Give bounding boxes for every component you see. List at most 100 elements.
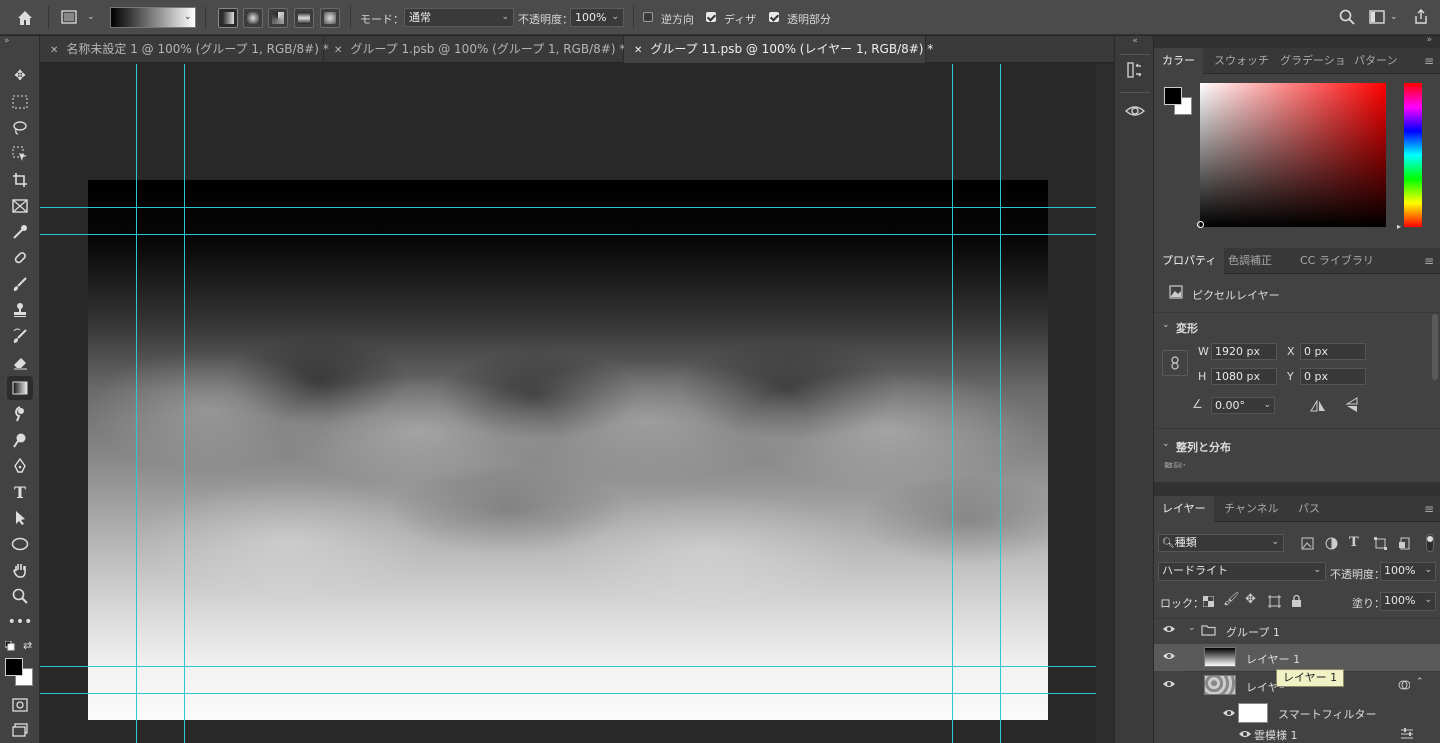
layer-opacity-input[interactable]: 100% ⌄ xyxy=(1380,562,1436,581)
move-tool-icon[interactable]: ✥ xyxy=(7,64,33,88)
transparency-checkbox[interactable] xyxy=(769,12,779,22)
home-icon[interactable] xyxy=(14,7,36,29)
filter-toggle[interactable] xyxy=(1426,534,1434,552)
flip-vertical-icon[interactable] xyxy=(1344,397,1360,413)
fill-input[interactable]: 100% ⌄ xyxy=(1380,592,1436,611)
x-input[interactable]: 0 px xyxy=(1300,343,1366,360)
lasso-tool-icon[interactable] xyxy=(7,116,33,140)
quick-mask-icon[interactable] xyxy=(7,693,33,717)
pen-tool-icon[interactable] xyxy=(7,454,33,478)
width-input[interactable]: 1920 px xyxy=(1211,343,1277,360)
object-selection-tool-icon[interactable] xyxy=(7,142,33,166)
chevron-down-icon[interactable]: ⌄ xyxy=(1188,623,1196,633)
guide-horizontal[interactable] xyxy=(40,693,1114,694)
chevron-down-icon[interactable]: ⌄ xyxy=(1162,320,1170,330)
panel-menu-icon[interactable]: ≡ xyxy=(1424,254,1434,268)
eraser-tool-icon[interactable] xyxy=(7,350,33,374)
share-icon[interactable] xyxy=(1412,7,1430,27)
tab-cc-libraries[interactable]: CC ライブラリ xyxy=(1292,248,1382,274)
lock-artboard-icon[interactable] xyxy=(1267,594,1281,608)
properties-scrollbar[interactable] xyxy=(1432,314,1438,380)
guide-horizontal[interactable] xyxy=(40,234,1114,235)
layer-row-group[interactable]: ⌄ グループ 1 xyxy=(1154,617,1440,644)
foreground-color-swatch[interactable] xyxy=(5,658,23,676)
swap-colors-icon[interactable]: ⇄ xyxy=(23,639,32,652)
radial-gradient-button[interactable] xyxy=(243,8,263,28)
tab-swatches[interactable]: スウォッチ xyxy=(1206,48,1277,74)
smart-filter-mask-thumbnail[interactable] xyxy=(1238,703,1268,723)
type-tool-icon[interactable]: T xyxy=(7,480,33,504)
tab-gradients[interactable]: グラデーショ xyxy=(1272,48,1354,74)
close-icon[interactable]: ✕ xyxy=(50,45,58,56)
filter-adjustment-icon[interactable] xyxy=(1324,536,1338,550)
layer-filter-select[interactable]: 🔍︎種類 ⌄ xyxy=(1158,534,1284,552)
document-canvas[interactable] xyxy=(88,180,1048,720)
chevron-up-icon[interactable]: ⌃ xyxy=(1416,677,1424,687)
chevron-down-icon[interactable]: ⌄ xyxy=(87,12,95,22)
screen-mode-icon[interactable] xyxy=(7,718,33,742)
eye-icon[interactable] xyxy=(1162,651,1178,663)
close-icon[interactable]: ✕ xyxy=(334,45,342,56)
flip-horizontal-icon[interactable] xyxy=(1310,398,1326,414)
link-dimensions-button[interactable] xyxy=(1162,350,1188,376)
tab-patterns[interactable]: パターン xyxy=(1346,48,1405,74)
more-tools-icon[interactable]: ••• xyxy=(7,610,33,634)
color-fg-swatch[interactable] xyxy=(1164,87,1182,105)
smart-filter-badge-icon[interactable] xyxy=(1398,679,1410,691)
tab-paths[interactable]: パス xyxy=(1290,496,1328,522)
healing-brush-tool-icon[interactable] xyxy=(7,246,33,270)
hue-slider-handle-icon[interactable]: ▸ xyxy=(1397,222,1401,231)
history-panel-icon[interactable] xyxy=(1125,60,1145,80)
lock-all-icon[interactable] xyxy=(1290,593,1302,607)
default-colors-icon[interactable] xyxy=(4,640,15,651)
eye-icon[interactable] xyxy=(1162,679,1178,691)
lock-transparent-icon[interactable] xyxy=(1202,595,1214,607)
smudge-tool-icon[interactable] xyxy=(7,402,33,426)
gradient-tool-icon[interactable] xyxy=(7,376,33,400)
close-icon[interactable]: ✕ xyxy=(634,45,642,56)
brush-tool-icon[interactable] xyxy=(7,272,33,296)
tab-channels[interactable]: チャンネル xyxy=(1216,496,1287,522)
workspace-icon[interactable] xyxy=(1368,8,1386,26)
tab-layers[interactable]: レイヤー xyxy=(1154,496,1214,522)
gradient-tool-preset-icon[interactable] xyxy=(60,8,78,26)
filter-pixel-icon[interactable] xyxy=(1300,536,1314,550)
dodge-tool-icon[interactable] xyxy=(7,428,33,452)
angle-gradient-button[interactable] xyxy=(268,8,288,28)
filter-item-row[interactable]: 雲模様 1 xyxy=(1154,725,1440,743)
canvas-area[interactable] xyxy=(40,64,1114,743)
tab-document-3[interactable]: ✕ グループ 11.psb @ 100% (レイヤー 1, RGB/8#) * xyxy=(624,36,933,63)
tab-properties[interactable]: プロパティ xyxy=(1154,248,1225,274)
tab-document-1[interactable]: ✕ 名称未設定 1 @ 100% (グループ 1, RGB/8#) * xyxy=(40,36,329,63)
guide-horizontal[interactable] xyxy=(40,207,1114,208)
tab-document-2[interactable]: ✕ グループ 1.psb @ 100% (グループ 1, RGB/8#) * xyxy=(324,36,625,63)
marquee-tool-icon[interactable] xyxy=(7,90,33,114)
zoom-tool-icon[interactable] xyxy=(7,584,33,608)
guide-vertical[interactable] xyxy=(1000,64,1001,743)
eye-icon[interactable] xyxy=(1238,729,1252,739)
workspace-chevron-icon[interactable]: ⌄ xyxy=(1390,12,1398,22)
collapse-dock-icon[interactable]: » xyxy=(1426,35,1432,45)
height-input[interactable]: 1080 px xyxy=(1211,368,1277,385)
diamond-gradient-button[interactable] xyxy=(320,8,340,28)
filter-blending-options-icon[interactable] xyxy=(1400,728,1414,740)
y-input[interactable]: 0 px xyxy=(1300,368,1366,385)
eyedropper-tool-icon[interactable] xyxy=(7,220,33,244)
mode-select[interactable]: 通常 ⌄ xyxy=(404,8,514,27)
panel-menu-icon[interactable]: ≡ xyxy=(1424,54,1434,68)
panel-menu-icon[interactable]: ≡ xyxy=(1424,502,1434,516)
tab-adjustments[interactable]: 色調補正 xyxy=(1220,248,1280,274)
linear-gradient-button[interactable] xyxy=(218,8,238,28)
history-brush-tool-icon[interactable] xyxy=(7,324,33,348)
vertical-scrollbar[interactable] xyxy=(1096,64,1114,743)
hand-tool-icon[interactable] xyxy=(7,558,33,582)
filter-smart-object-icon[interactable] xyxy=(1397,536,1411,550)
filter-shape-icon[interactable] xyxy=(1373,536,1387,550)
lock-position-icon[interactable]: ✥ xyxy=(1245,592,1256,607)
guide-vertical[interactable] xyxy=(952,64,953,743)
guide-vertical[interactable] xyxy=(184,64,185,743)
eye-icon[interactable] xyxy=(1162,624,1178,636)
collapse-strip-icon[interactable]: « xyxy=(1115,36,1155,46)
guide-horizontal[interactable] xyxy=(40,666,1114,667)
eye-icon[interactable] xyxy=(1222,708,1236,718)
